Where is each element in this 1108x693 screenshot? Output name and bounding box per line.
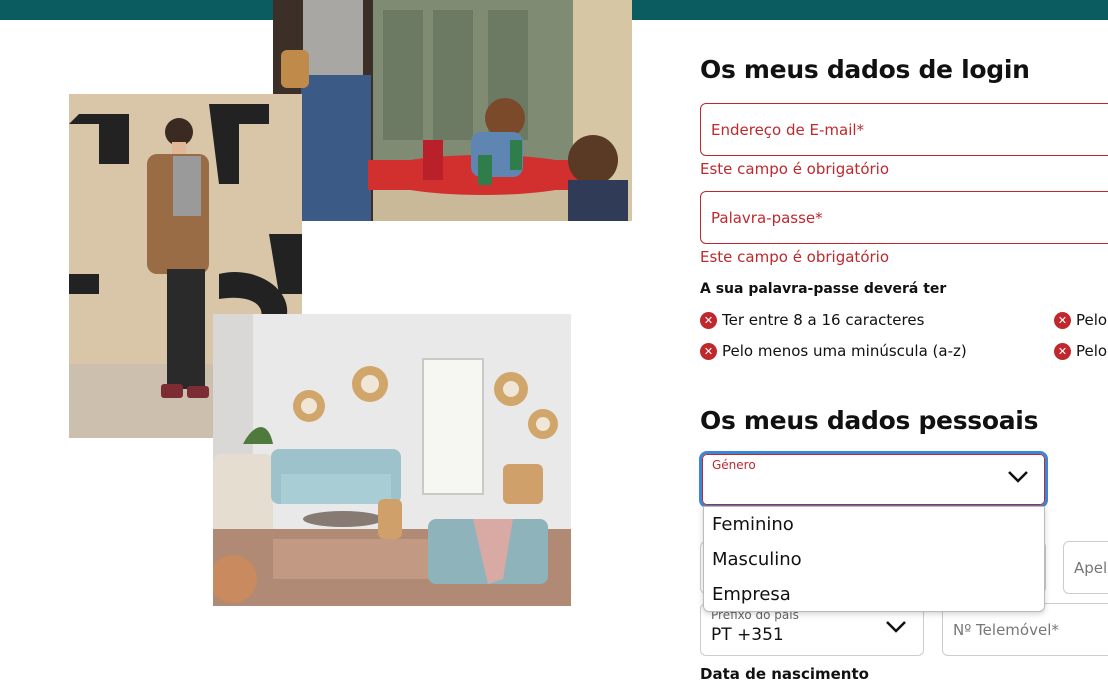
gender-option-empresa[interactable]: Empresa (704, 577, 1044, 612)
email-error-message: Este campo é obrigatório (700, 160, 890, 178)
gender-label: Género (712, 458, 756, 472)
password-rule-length: ✕ Ter entre 8 a 16 caracteres (700, 311, 924, 329)
password-rule-text: Pelo menos uma minúscula (a-z) (722, 342, 967, 360)
password-rules-title: A sua palavra-passe deverá ter (700, 281, 947, 297)
password-rule-text: Pelo (1076, 311, 1108, 329)
password-rule-number: ✕ Pelo (1054, 342, 1107, 360)
chevron-down-icon (886, 621, 906, 633)
password-rule-lowercase: ✕ Pelo menos uma minúscula (a-z) (700, 342, 967, 360)
password-rule-text: Ter entre 8 a 16 caracteres (722, 311, 925, 329)
password-field[interactable]: Palavra-passe* (700, 191, 1108, 244)
password-rule-uppercase: ✕ Pelo (1054, 311, 1107, 329)
mobile-phone-placeholder: Nº Telemóvel* (953, 621, 1059, 639)
login-section-title: Os meus dados de login (700, 55, 1030, 84)
x-circle-icon: ✕ (700, 342, 717, 360)
gender-select[interactable]: Género (699, 451, 1048, 508)
last-name-placeholder: Apel (1074, 559, 1108, 577)
gender-option-feminino[interactable]: Feminino (704, 507, 1044, 542)
living-room-photo (213, 314, 571, 606)
birth-date-label: Data de nascimento (700, 665, 869, 683)
password-error-message: Este campo é obrigatório (700, 248, 890, 266)
x-circle-icon: ✕ (700, 311, 717, 329)
email-placeholder: Endereço de E-mail* (711, 121, 865, 139)
x-circle-icon: ✕ (1054, 311, 1071, 329)
chevron-down-icon (1008, 471, 1028, 483)
cafe-photo (273, 0, 632, 221)
country-prefix-value: PT +351 (711, 625, 784, 645)
gender-option-masculino[interactable]: Masculino (704, 542, 1044, 577)
password-rule-text: Pelo (1076, 342, 1108, 360)
personal-section-title: Os meus dados pessoais (700, 406, 1039, 435)
last-name-field[interactable]: Apel (1063, 541, 1108, 594)
email-field[interactable]: Endereço de E-mail* (700, 103, 1108, 156)
x-circle-icon: ✕ (1054, 342, 1071, 360)
password-placeholder: Palavra-passe* (711, 209, 823, 227)
gender-options-list: Feminino Masculino Empresa (703, 506, 1045, 612)
